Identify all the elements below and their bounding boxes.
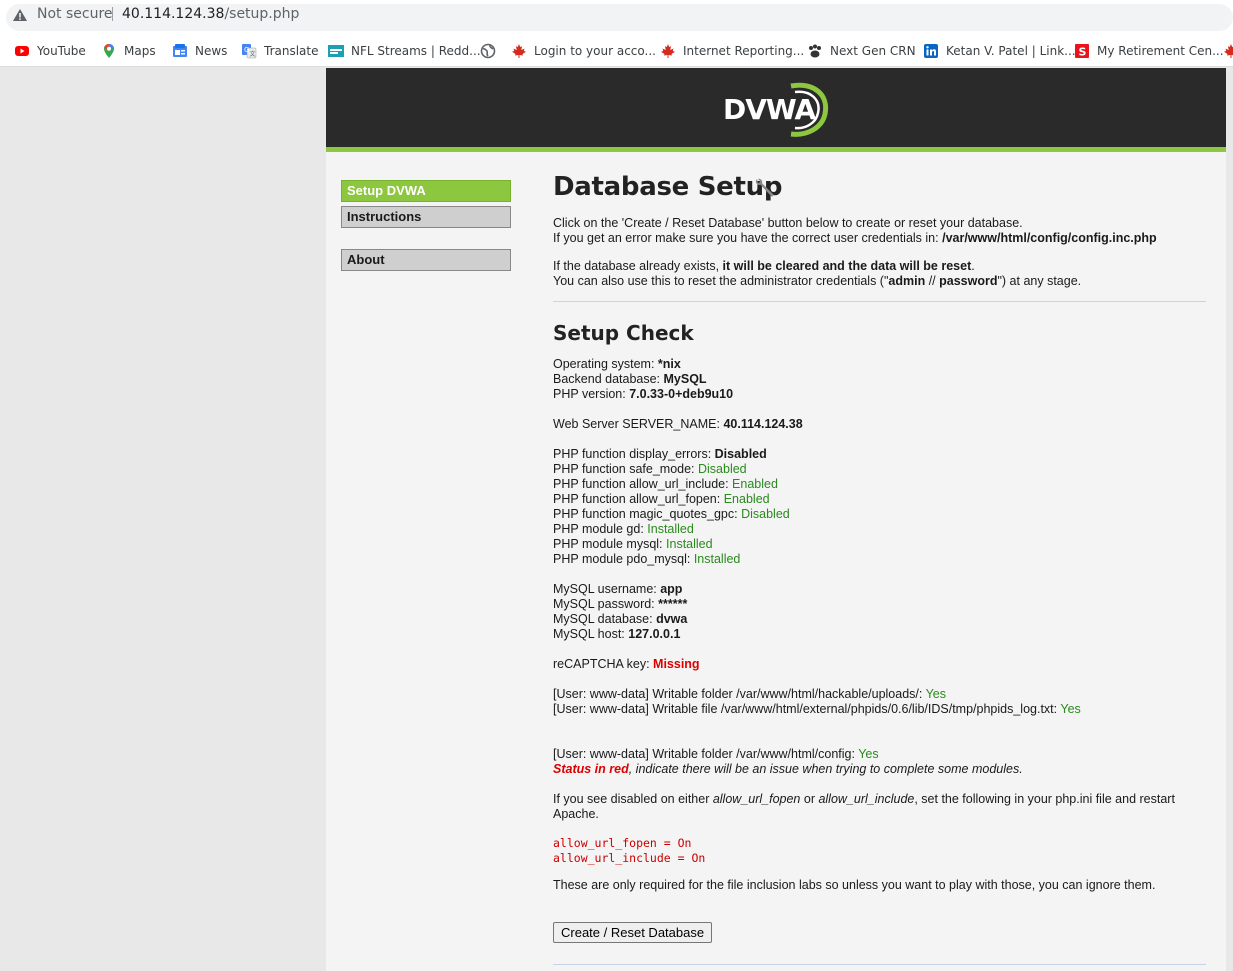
bookmark-youtube[interactable]: YouTube [14, 41, 86, 61]
bookmark-linkedin[interactable]: Ketan V. Patel | Link... [923, 41, 1076, 61]
mysql-host-line: MySQL host: 127.0.0.1 [553, 627, 681, 641]
scotiabank-icon: S [1074, 43, 1090, 59]
bookmark-next-gen-crn[interactable]: Next Gen CRN [807, 41, 916, 61]
bookmark-my-retirement[interactable]: S My Retirement Cen... [1074, 41, 1224, 61]
writable-check-line: [User: www-data] Writable folder /var/ww… [553, 687, 947, 701]
maple-leaf-icon [1223, 43, 1233, 59]
recaptcha-line: reCAPTCHA key: Missing [553, 657, 700, 671]
intro-line-1: Click on the 'Create / Reset Database' b… [553, 216, 1023, 230]
url-text[interactable]: 40.114.124.38/setup.php [122, 6, 299, 22]
mysql-username-line: MySQL username: app [553, 582, 683, 596]
bookmark-label: Internet Reporting... [683, 44, 805, 58]
menu-setup-dvwa[interactable]: Setup DVWA [341, 180, 511, 202]
config-path: /var/www/html/config/config.inc.php [942, 231, 1157, 245]
dvwa-page: DVWA Setup DVWA Instructions About Datab… [326, 68, 1226, 971]
bookmark-translate[interactable]: G文 Translate [241, 41, 319, 61]
bookmark-label: Login to your acco... [534, 44, 656, 58]
bookmark-maps[interactable]: Maps [101, 41, 156, 61]
svg-text:S: S [1079, 46, 1087, 59]
bookmark-internet-reporting[interactable]: Internet Reporting... [660, 41, 804, 61]
globe-icon [480, 43, 496, 59]
bookmarks-bar: YouTube Maps News G文 Translate NFL Strea… [0, 35, 1233, 67]
nfl-streams-icon [328, 43, 344, 59]
paw-icon [807, 43, 823, 59]
page-header: DVWA [326, 68, 1226, 152]
php-check-line: PHP module gd: Installed [553, 522, 694, 536]
security-status[interactable]: Not secure [37, 6, 113, 22]
php-check-line: PHP function display_errors: Disabled [553, 447, 767, 461]
warning-triangle-icon[interactable] [12, 8, 28, 22]
maple-leaf-icon [511, 43, 527, 59]
divider [553, 301, 1206, 302]
bookmark-label: News [195, 44, 228, 58]
disabled-note-line-2: Apache. [553, 807, 599, 821]
intro-line-3: If the database already exists, it will … [553, 259, 975, 273]
menu-instructions[interactable]: Instructions [341, 206, 511, 228]
labs-note: These are only required for the file inc… [553, 878, 1156, 892]
create-reset-database-button[interactable]: Create / Reset Database [553, 922, 713, 943]
divider [553, 964, 1206, 965]
youtube-icon [14, 43, 30, 59]
intro-line-2: If you get an error make sure you have t… [553, 231, 1157, 245]
php-check-line: PHP module pdo_mysql: Installed [553, 552, 741, 566]
php-ini-code-line: allow_url_fopen = On [553, 836, 692, 850]
browser-address-bar: Not secure 40.114.124.38/setup.php [0, 0, 1233, 35]
bookmark-label: Ketan V. Patel | Link... [946, 44, 1076, 58]
mysql-database-line: MySQL database: dvwa [553, 612, 688, 626]
side-menu: Setup DVWA Instructions About [341, 180, 511, 271]
wrench-icon [755, 178, 774, 197]
php-check-line: PHP function safe_mode: Disabled [553, 462, 747, 476]
status-note: Status in red, indicate there will be an… [553, 762, 1023, 776]
bookmark-news[interactable]: News [172, 41, 227, 61]
php-check-line: PHP function allow_url_fopen: Enabled [553, 492, 770, 506]
recaptcha-status: Missing [653, 657, 700, 671]
php-check-line: PHP module mysql: Installed [553, 537, 713, 551]
linkedin-icon [923, 43, 939, 59]
bookmark-label: NFL Streams | Redd... [351, 44, 481, 58]
maps-pin-icon [101, 43, 117, 59]
php-check-line: PHP function magic_quotes_gpc: Disabled [553, 507, 790, 521]
php-check-line: PHP function allow_url_include: Enabled [553, 477, 778, 491]
bookmark-login-account[interactable]: Login to your acco... [511, 41, 656, 61]
disabled-note-line-1: If you see disabled on either allow_url_… [553, 792, 1175, 806]
svg-text:文: 文 [250, 50, 256, 58]
php-ini-code-line: allow_url_include = On [553, 851, 706, 865]
bookmark-globe[interactable] [480, 41, 503, 61]
news-icon [172, 43, 188, 59]
dvwa-logo[interactable]: DVWA [721, 80, 833, 138]
writable-check-line: [User: www-data] Writable file /var/www/… [553, 702, 1081, 716]
php-version-line: PHP version: 7.0.33-0+deb9u10 [553, 387, 734, 401]
bookmark-overflow[interactable] [1223, 41, 1233, 61]
bookmark-label: Next Gen CRN [830, 44, 916, 58]
page-title: Database Setup [553, 172, 783, 202]
bookmark-label: Maps [124, 44, 156, 58]
setup-check-heading: Setup Check [553, 321, 694, 345]
writable-check-line: [User: www-data] Writable folder /var/ww… [553, 747, 879, 761]
menu-about[interactable]: About [341, 249, 511, 271]
translate-icon: G文 [241, 43, 257, 59]
mysql-password-line: MySQL password: ****** [553, 597, 688, 611]
bookmark-label: YouTube [37, 44, 86, 58]
bookmark-label: My Retirement Cen... [1097, 44, 1224, 58]
backend-db-line: Backend database: MySQL [553, 372, 707, 386]
intro-line-4: You can also use this to reset the admin… [553, 274, 1082, 288]
maple-leaf-icon [660, 43, 676, 59]
bookmark-label: Translate [264, 44, 319, 58]
server-name-line: Web Server SERVER_NAME: 40.114.124.38 [553, 417, 803, 431]
url-divider [112, 7, 113, 21]
svg-text:DVWA: DVWA [723, 93, 817, 126]
bookmark-nfl-streams[interactable]: NFL Streams | Redd... [328, 41, 481, 61]
os-line: Operating system: *nix [553, 357, 681, 371]
